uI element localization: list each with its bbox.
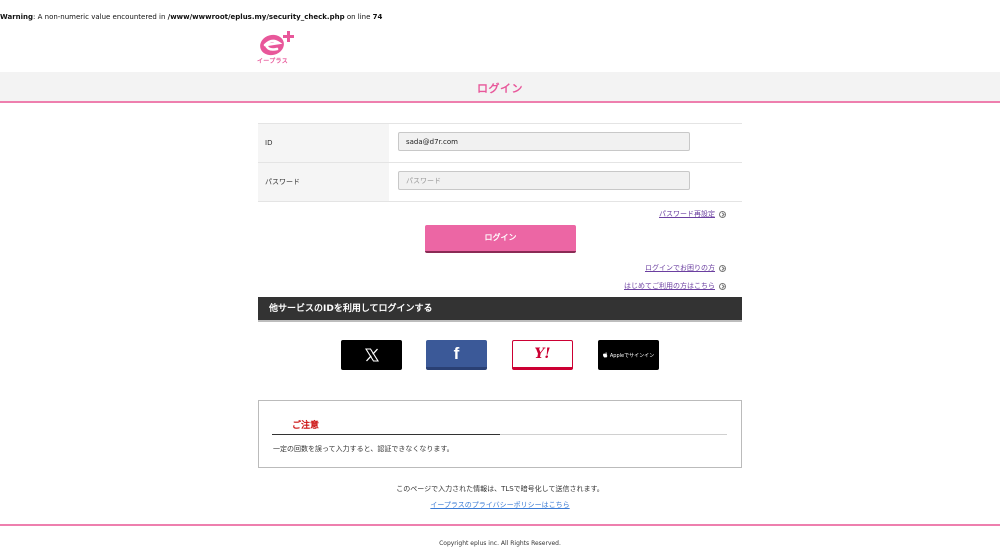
facebook-login-button[interactable]: f	[426, 340, 487, 370]
notice-text: 一定の回数を誤って入力すると、認証できなくなります。	[273, 445, 454, 453]
privacy-policy-link[interactable]: イープラスのプライバシーポリシーはこちら	[430, 501, 569, 509]
password-input[interactable]	[398, 171, 690, 190]
sns-login-header: 他サービスのIDを利用してログインする	[258, 297, 742, 322]
yahoo-logo-icon: Y!	[534, 346, 551, 362]
yahoo-login-button[interactable]: Y!	[512, 340, 573, 370]
apple-signin-label: Appleでサインイン	[609, 352, 655, 359]
login-form: ID パスワード	[258, 123, 742, 202]
title-bar: ログイン	[0, 72, 1000, 103]
warning-path: /www/wwwroot/eplus.my/security_check.php	[167, 13, 345, 21]
id-label: ID	[258, 124, 389, 162]
password-cell	[389, 163, 742, 201]
warning-text-mid: on line	[344, 13, 373, 21]
password-reset-text: パスワード再設定	[659, 210, 715, 218]
chevron-right-circle-icon	[719, 210, 726, 218]
copyright: Copyright eplus inc. All Rights Reserved…	[439, 540, 561, 547]
id-cell	[389, 124, 742, 162]
page-title: ログイン	[477, 82, 523, 95]
apple-signin-button[interactable]: Appleでサインイン	[598, 340, 659, 370]
x-logo-icon	[364, 348, 379, 362]
apple-logo-icon	[602, 352, 608, 358]
warning-label: Warning	[0, 13, 34, 21]
notice-box: ご注意 一定の回数を誤って入力すると、認証できなくなります。	[258, 400, 742, 468]
first-time-text: はじめてご利用の方はこちら	[624, 282, 715, 290]
tls-notice: このページで入力された情報は、TLSで暗号化して送信されます。	[396, 485, 604, 493]
privacy-link-wrap: イープラスのプライバシーポリシーはこちら	[0, 500, 1000, 510]
chevron-right-circle-icon	[719, 282, 726, 290]
eplus-logo-icon	[260, 31, 294, 56]
first-time-link[interactable]: はじめてご利用の方はこちら	[624, 281, 726, 291]
logo-text: イープラス	[257, 58, 289, 65]
login-button[interactable]: ログイン	[425, 225, 576, 253]
chevron-right-circle-icon	[719, 264, 726, 272]
notice-title: ご注意	[292, 421, 320, 431]
warning-text-before: : A non-numeric value encountered in	[33, 13, 168, 21]
login-help-link[interactable]: ログインでお困りの方	[645, 263, 726, 273]
id-row: ID	[258, 124, 742, 163]
x-login-button[interactable]	[341, 340, 402, 370]
eplus-logo[interactable]: イープラス	[257, 30, 299, 66]
password-reset-link[interactable]: パスワード再設定	[659, 209, 726, 219]
password-row: パスワード	[258, 163, 742, 202]
footer-divider	[0, 524, 1000, 526]
password-label: パスワード	[258, 163, 389, 201]
php-warning: Warning: A non-numeric value encountered…	[0, 13, 382, 21]
warning-line: 74	[372, 13, 383, 21]
id-input[interactable]	[398, 132, 690, 151]
login-help-text: ログインでお困りの方	[645, 264, 715, 272]
facebook-logo-icon: f	[453, 343, 460, 363]
notice-divider	[272, 434, 727, 435]
